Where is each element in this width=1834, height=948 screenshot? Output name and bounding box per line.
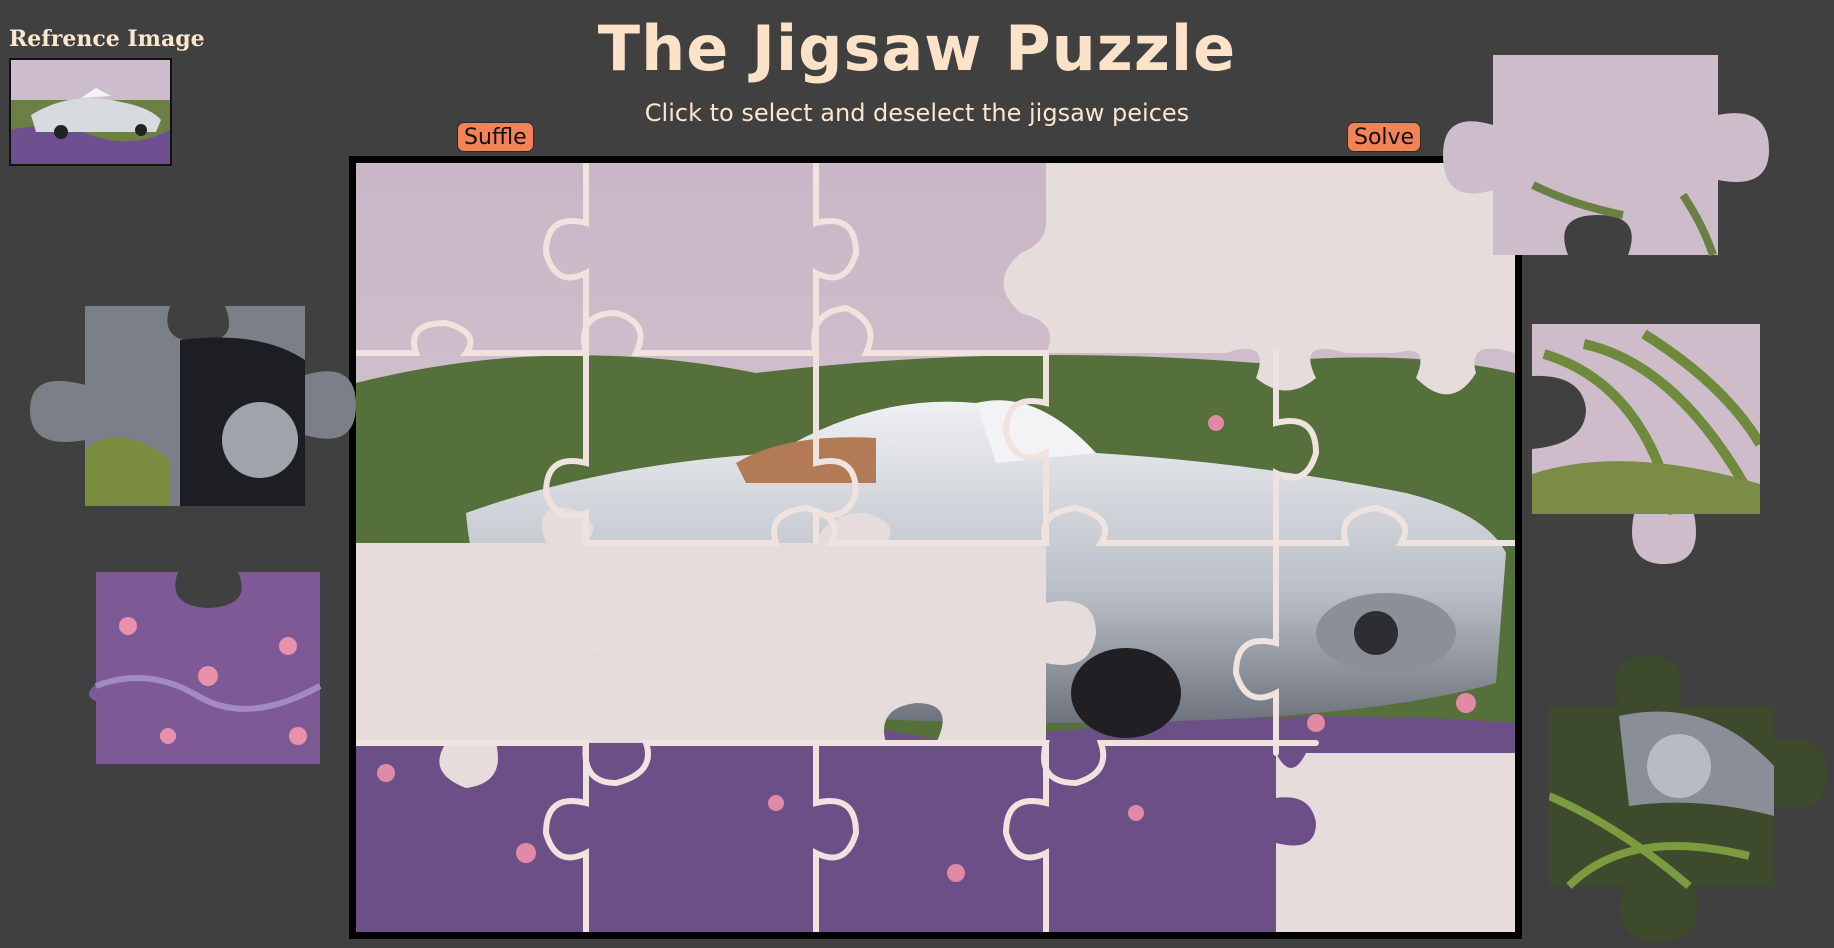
solve-button[interactable]: Solve: [1347, 122, 1422, 152]
loose-piece-1[interactable]: [30, 300, 356, 512]
puzzle-board[interactable]: [349, 156, 1522, 939]
shuffle-button[interactable]: Suffle: [457, 122, 534, 152]
loose-piece-5[interactable]: [1549, 656, 1827, 942]
loose-piece-2[interactable]: [88, 566, 323, 766]
empty-slot-r3c4: [1276, 753, 1515, 932]
loose-piece-3[interactable]: [1443, 55, 1769, 257]
loose-piece-4[interactable]: [1524, 324, 1760, 564]
